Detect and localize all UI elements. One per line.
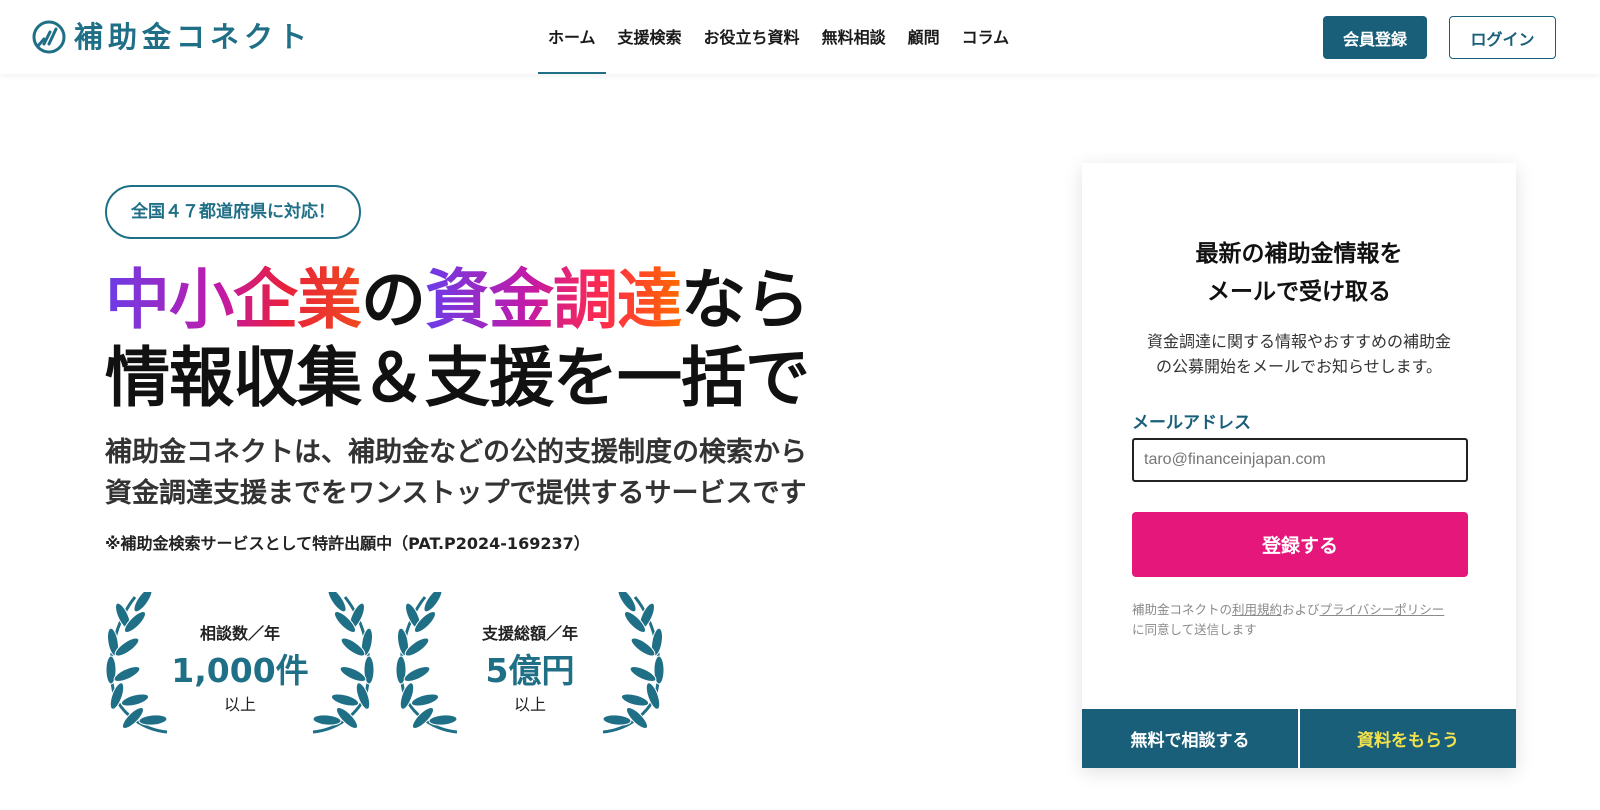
headline-nara: なら: [681, 263, 810, 338]
headline-line2: 情報収集＆支援を一括で: [105, 341, 810, 416]
consent-text: 補助金コネクトの利用規約およびプライバシーポリシー に同意して送信します: [1132, 600, 1482, 640]
get-documents-button[interactable]: 資料をもらう: [1300, 709, 1516, 768]
headline-no: の: [361, 263, 426, 338]
logo-icon: [32, 20, 66, 54]
hero-headline: 中小企業の資金調達なら 情報収集＆支援を一括で: [105, 262, 810, 418]
subscribe-button[interactable]: 登録する: [1132, 512, 1468, 577]
award-suffix: 以上: [223, 695, 256, 714]
coverage-badge: 全国４７都道府県に対応！: [105, 185, 361, 239]
login-button[interactable]: ログイン: [1449, 16, 1556, 59]
award-label: 相談数／年: [199, 624, 280, 643]
award-consultations: 相談数／年 1,000件 以上: [105, 592, 385, 742]
card-desc-line2: の公募開始をメールでお知らせします。: [1155, 357, 1443, 376]
card-footer-actions: 無料で相談する 資料をもらう: [1082, 709, 1516, 768]
consent-suffix: に同意して送信します: [1132, 622, 1257, 637]
card-description: 資金調達に関する情報やおすすめの補助金 の公募開始をメールでお知らせします。: [1112, 329, 1486, 379]
email-field[interactable]: [1132, 438, 1468, 482]
award-total-support: 支援総額／年 5億円 以上: [395, 592, 675, 742]
nav-item-resources[interactable]: お役立ち資料: [704, 0, 800, 74]
subtitle-line1: 補助金コネクトは、補助金などの公的支援制度の検索から: [105, 437, 807, 468]
logo-text: 補助金コネクト: [74, 20, 313, 54]
logo[interactable]: 補助金コネクト: [32, 20, 312, 54]
email-label: メールアドレス: [1132, 413, 1251, 433]
consent-prefix: 補助金コネクトの: [1132, 602, 1233, 617]
nav-item-column[interactable]: コラム: [962, 0, 1010, 74]
headline-funding: 資金調達: [425, 263, 682, 338]
nav-item-support-search[interactable]: 支援検索: [618, 0, 682, 74]
patent-note: ※補助金検索サービスとして特許出願中（PAT.P2024-169237）: [105, 534, 590, 553]
card-title-line2: メールで受け取る: [1207, 279, 1391, 305]
free-consultation-button[interactable]: 無料で相談する: [1082, 709, 1300, 768]
card-desc-line1: 資金調達に関する情報やおすすめの補助金: [1146, 332, 1451, 351]
subtitle-line2: 資金調達支援までをワンストップで提供するサービスです: [105, 478, 807, 509]
award-value: 5億円: [485, 651, 575, 690]
nav-item-advisor[interactable]: 顧問: [908, 0, 940, 74]
newsletter-card: 最新の補助金情報を メールで受け取る 資金調達に関する情報やおすすめの補助金 の…: [1082, 163, 1516, 768]
headline-sme: 中小企業: [105, 263, 362, 338]
register-button[interactable]: 会員登録: [1323, 16, 1427, 59]
main-nav: ホーム 支援検索 お役立ち資料 無料相談 顧問 コラム: [538, 0, 1010, 74]
award-label: 支援総額／年: [481, 624, 578, 643]
consent-and: および: [1282, 602, 1320, 617]
site-header: 補助金コネクト ホーム 支援検索 お役立ち資料 無料相談 顧問 コラム 会員登録…: [0, 0, 1600, 74]
privacy-policy-link[interactable]: プライバシーポリシー: [1320, 602, 1445, 617]
award-suffix: 以上: [513, 695, 546, 714]
terms-link[interactable]: 利用規約: [1232, 602, 1282, 617]
card-title: 最新の補助金情報を メールで受け取る: [1082, 235, 1516, 311]
nav-item-free-consultation[interactable]: 無料相談: [822, 0, 886, 74]
hero-subtitle: 補助金コネクトは、補助金などの公的支援制度の検索から 資金調達支援までをワンスト…: [105, 432, 807, 514]
nav-item-home[interactable]: ホーム: [538, 0, 605, 74]
card-title-line1: 最新の補助金情報を: [1195, 241, 1403, 267]
award-value: 1,000件: [171, 651, 309, 690]
